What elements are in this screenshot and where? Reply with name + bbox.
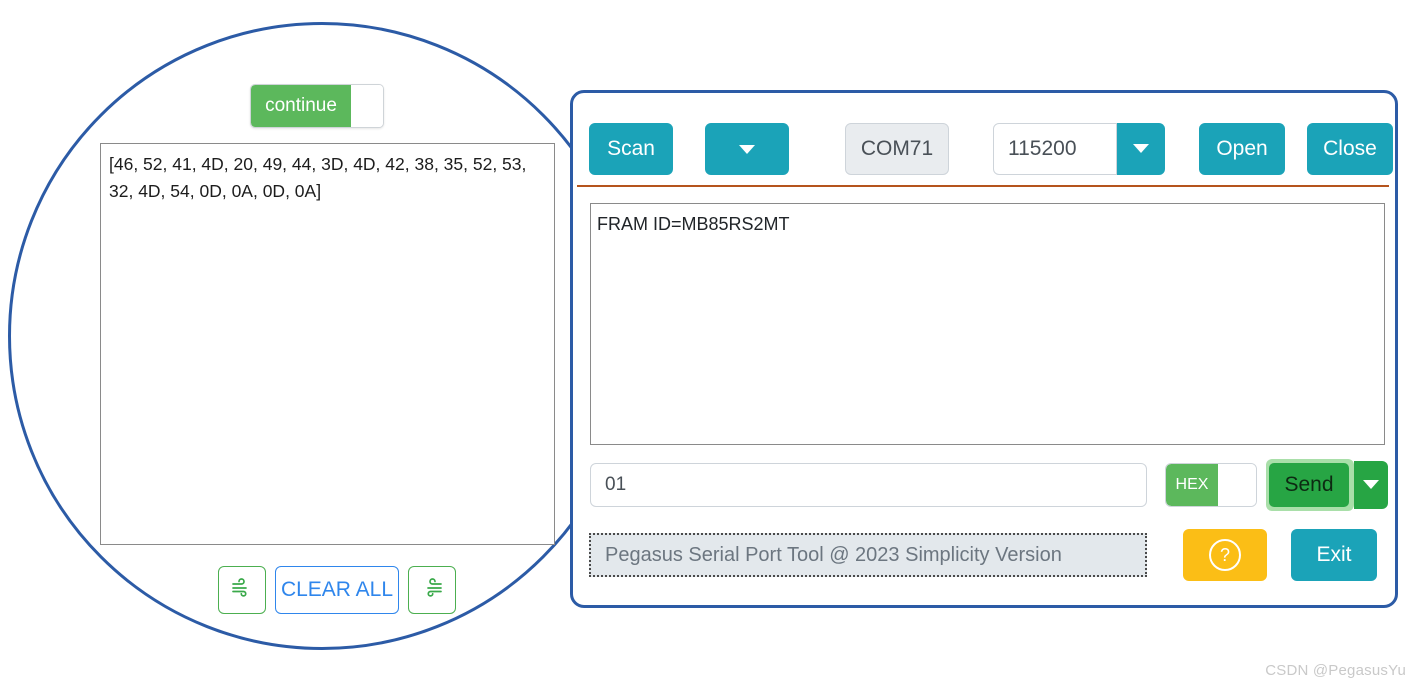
send-input[interactable]: 01 bbox=[590, 463, 1147, 507]
wind-icon-mirrored bbox=[420, 576, 444, 605]
send-button-label: Send bbox=[1284, 473, 1334, 496]
baudrate-dropdown-button[interactable] bbox=[1117, 123, 1165, 175]
clear-all-button-label: CLEAR ALL bbox=[280, 578, 394, 601]
continue-toggle-knob bbox=[351, 85, 383, 127]
serial-port-tool-panel: Scan COM71 115200 Open Close FRAM ID=MB8… bbox=[570, 90, 1398, 608]
continue-toggle[interactable]: continue bbox=[250, 84, 384, 128]
baudrate-input[interactable]: 115200 bbox=[993, 123, 1117, 175]
question-mark-circle-icon: ? bbox=[1209, 539, 1241, 571]
status-bar: Pegasus Serial Port Tool @ 2023 Simplici… bbox=[589, 533, 1147, 577]
continue-toggle-label: continue bbox=[251, 85, 351, 127]
exit-button[interactable]: Exit bbox=[1291, 529, 1377, 581]
open-button[interactable]: Open bbox=[1199, 123, 1285, 175]
status-bar-text: Pegasus Serial Port Tool @ 2023 Simplici… bbox=[605, 543, 1062, 566]
hex-toggle[interactable]: HEX bbox=[1165, 463, 1257, 507]
scan-button-label: Scan bbox=[607, 137, 655, 160]
chevron-down-icon bbox=[1363, 476, 1379, 494]
baudrate-select[interactable]: 115200 bbox=[993, 123, 1165, 175]
clear-send-button[interactable] bbox=[408, 566, 456, 614]
magnified-receive-textarea[interactable]: [46, 52, 41, 4D, 20, 49, 44, 3D, 4D, 42,… bbox=[100, 143, 555, 545]
help-button[interactable]: ? bbox=[1183, 529, 1267, 581]
toolbar: Scan COM71 115200 Open Close bbox=[589, 123, 1393, 177]
watermark: CSDN @PegasusYu bbox=[1265, 662, 1406, 679]
chevron-down-icon bbox=[1133, 140, 1149, 158]
receive-textarea[interactable]: FRAM ID=MB85RS2MT bbox=[590, 203, 1385, 445]
scan-dropdown-button[interactable] bbox=[705, 123, 789, 175]
baudrate-value: 115200 bbox=[1008, 137, 1077, 160]
port-select[interactable]: COM71 bbox=[845, 123, 949, 175]
send-button-group: Send bbox=[1266, 459, 1388, 511]
scan-button[interactable]: Scan bbox=[589, 123, 673, 175]
send-input-value: 01 bbox=[605, 474, 627, 495]
close-button-label: Close bbox=[1323, 137, 1377, 160]
send-button[interactable]: Send bbox=[1269, 463, 1349, 507]
clear-all-button[interactable]: CLEAR ALL bbox=[275, 566, 399, 614]
send-dropdown-button[interactable] bbox=[1354, 461, 1388, 509]
toolbar-separator bbox=[577, 185, 1389, 187]
open-button-label: Open bbox=[1216, 137, 1268, 160]
magnified-button-row: CLEAR ALL bbox=[218, 566, 460, 614]
hex-toggle-label: HEX bbox=[1166, 464, 1218, 506]
hex-toggle-knob bbox=[1218, 464, 1256, 506]
chevron-down-icon bbox=[705, 123, 789, 175]
port-select-value: COM71 bbox=[860, 137, 934, 160]
wind-icon bbox=[230, 576, 254, 605]
exit-button-label: Exit bbox=[1316, 543, 1352, 566]
save-log-button[interactable] bbox=[218, 566, 266, 614]
close-button[interactable]: Close bbox=[1307, 123, 1393, 175]
